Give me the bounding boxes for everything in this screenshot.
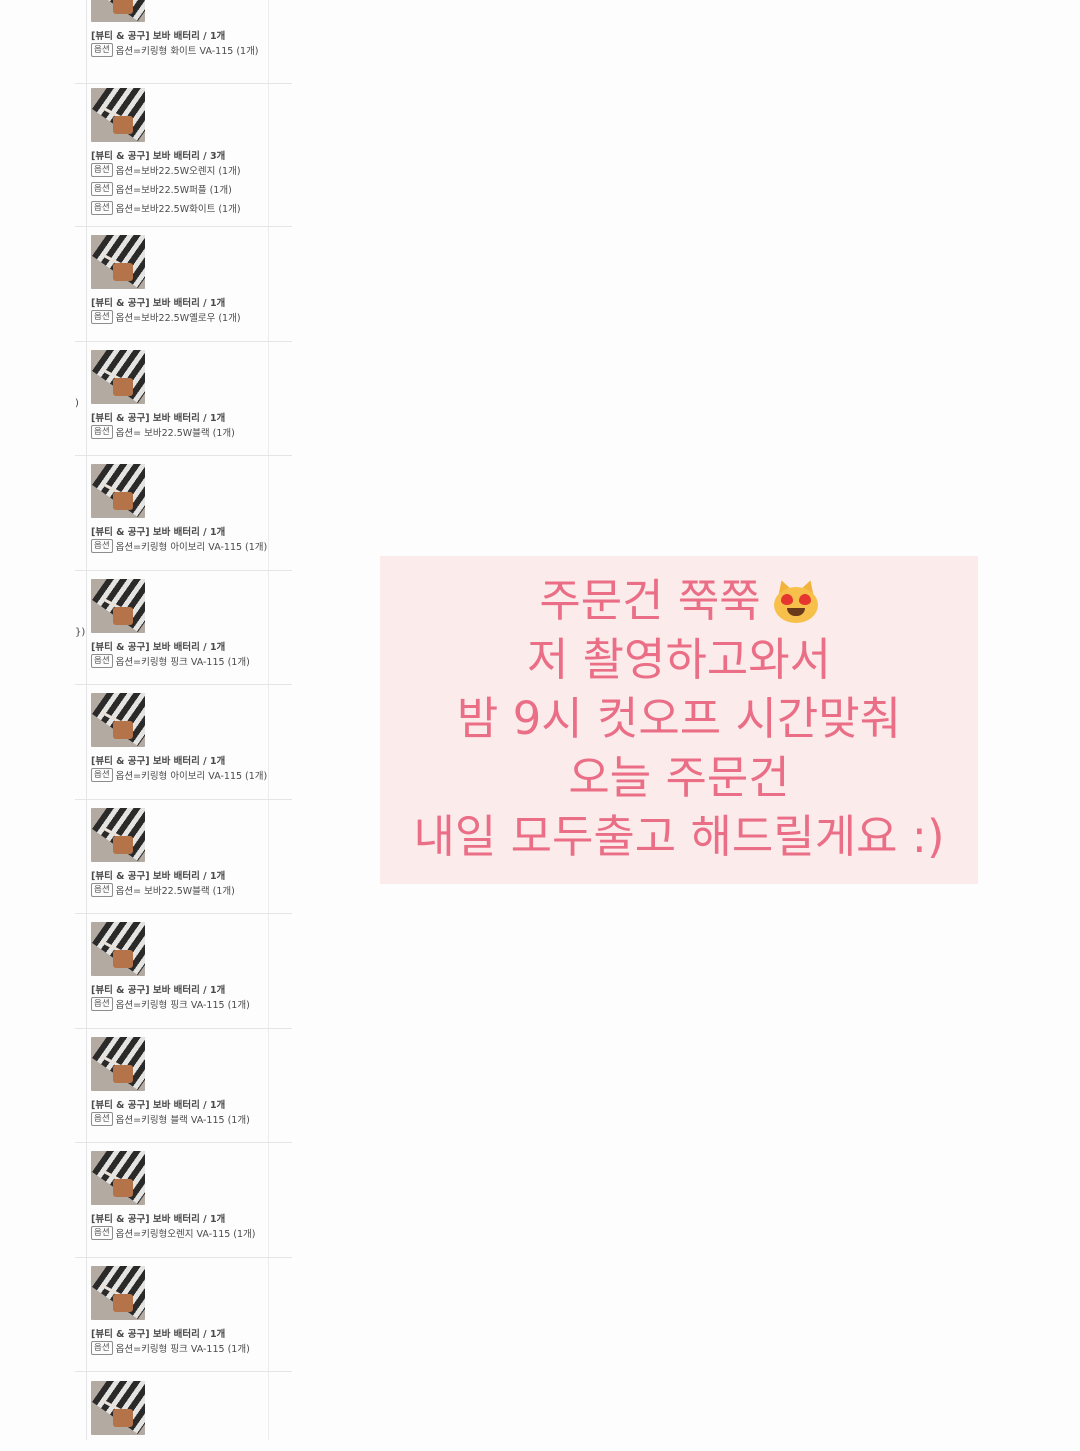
option-text: 옵션=보바22.5W퍼플 (1개) <box>115 185 232 196</box>
order-item[interactable]: [뷰티 & 공구] 보바 배터리 / 1개 옵션 옵션=키링형 핑크 VA-115 … <box>75 913 292 1029</box>
option-text: 옵션=키링형 화이트 VA-115 (1개) <box>115 46 259 57</box>
option-line: 옵션 옵션=보바22.5W옐로우 (1개) <box>91 310 241 324</box>
product-thumbnail[interactable] <box>91 1037 145 1091</box>
order-item[interactable]: [뷰티 & 공구] 보바 배터리 / 1개 옵션 옵션=키링형 화이트 VA-115… <box>75 0 292 84</box>
option-line: 옵션 옵션=키링형 핑크 VA-115 (1개) <box>91 1341 250 1355</box>
option-badge: 옵션 <box>91 201 113 215</box>
option-line: 옵션 옵션=보바22.5W화이트 (1개) <box>91 201 241 215</box>
product-title: [뷰티 & 공구] 보바 배터리 / 1개 <box>91 527 226 538</box>
option-text: 옵션=키링형 핑크 VA-115 (1개) <box>115 1344 250 1355</box>
product-thumbnail[interactable] <box>91 88 145 142</box>
option-text: 옵션=키링형 아이보리 VA-115 (1개) <box>115 771 268 782</box>
option-badge: 옵션 <box>91 768 113 782</box>
option-text: 옵션=키링형 블랙 VA-115 (1개) <box>115 1115 250 1126</box>
option-line: 옵션 옵션=보바22.5W오렌지 (1개) <box>91 163 241 177</box>
option-badge: 옵션 <box>91 654 113 668</box>
order-item[interactable]: [뷰티 & 공구] 보바 배터리 / 1개 옵션 옵션=키링형 핑크 VA-115 … <box>75 570 292 685</box>
product-thumbnail[interactable] <box>91 1381 145 1435</box>
option-line: 옵션 옵션= 보바22.5W블랙 (1개) <box>91 425 235 439</box>
option-text: 옵션=키링형 아이보리 VA-115 (1개) <box>115 542 268 553</box>
caption-line: 오늘 주문건 <box>568 751 790 804</box>
option-text: 옵션=키링형 핑크 VA-115 (1개) <box>115 1000 250 1011</box>
product-thumbnail[interactable] <box>91 350 145 404</box>
option-badge: 옵션 <box>91 43 113 57</box>
option-line: 옵션 옵션=키링형 핑크 VA-115 (1개) <box>91 997 250 1011</box>
option-line: 옵션 옵션=키링형 화이트 VA-115 (1개) <box>91 43 259 57</box>
option-line: 옵션 옵션=키링형 블랙 VA-115 (1개) <box>91 1112 250 1126</box>
caption-line: 내일 모두출고 해드릴게요 :) <box>413 810 945 863</box>
option-badge: 옵션 <box>91 1341 113 1355</box>
order-list-panel: ) }) [뷰티 & 공구] 보바 배터리 / 1개 옵션 옵션=키링형 화이트 V… <box>0 0 295 1440</box>
option-badge: 옵션 <box>91 883 113 897</box>
order-item[interactable]: [뷰티 & 공구] 보바 배터리 / 1개 옵션 옵션=키링형 핑크 VA-115 … <box>75 1257 292 1372</box>
order-item[interactable]: [뷰티 & 공구] 보바 배터리 / 1개 옵션 옵션= 보바22.5W블랙 (1개… <box>75 799 292 914</box>
option-badge: 옵션 <box>91 425 113 439</box>
product-title: [뷰티 & 공구] 보바 배터리 / 1개 <box>91 1214 226 1225</box>
option-badge: 옵션 <box>91 1112 113 1126</box>
option-badge: 옵션 <box>91 310 113 324</box>
option-text: 옵션=키링형 핑크 VA-115 (1개) <box>115 657 250 668</box>
product-thumbnail[interactable] <box>91 235 145 289</box>
order-item[interactable] <box>75 1371 292 1451</box>
order-item[interactable]: [뷰티 & 공구] 보바 배터리 / 1개 옵션 옵션=키링형오렌지 VA-115 … <box>75 1142 292 1258</box>
product-title: [뷰티 & 공구] 보바 배터리 / 1개 <box>91 756 226 767</box>
order-item[interactable]: [뷰티 & 공구] 보바 배터리 / 3개 옵션 옵션=보바22.5W오렌지 (1개… <box>75 83 292 227</box>
option-line: 옵션 옵션=키링형오렌지 VA-115 (1개) <box>91 1226 256 1240</box>
option-line: 옵션 옵션=키링형 아이보리 VA-115 (1개) <box>91 539 267 553</box>
product-thumbnail[interactable] <box>91 579 145 633</box>
caption-line: 밤 9시 컷오프 시간맞춰 <box>456 692 902 745</box>
product-title: [뷰티 & 공구] 보바 배터리 / 1개 <box>91 31 226 42</box>
order-item[interactable]: [뷰티 & 공구] 보바 배터리 / 1개 옵션 옵션=보바22.5W옐로우 (1개… <box>75 226 292 342</box>
caption-line: 주문건 쭉쭉 <box>380 571 978 630</box>
order-item[interactable]: [뷰티 & 공구] 보바 배터리 / 1개 옵션 옵션=키링형 아이보리 VA-11… <box>75 684 292 800</box>
product-title: [뷰티 & 공구] 보바 배터리 / 1개 <box>91 413 226 424</box>
product-thumbnail[interactable] <box>91 693 145 747</box>
order-item[interactable]: [뷰티 & 공구] 보바 배터리 / 1개 옵션 옵션= 보바22.5W블랙 (1개… <box>75 341 292 456</box>
option-badge: 옵션 <box>91 1226 113 1240</box>
product-thumbnail[interactable] <box>91 1151 145 1205</box>
product-title: [뷰티 & 공구] 보바 배터리 / 1개 <box>91 871 226 882</box>
product-title: [뷰티 & 공구] 보바 배터리 / 3개 <box>91 151 226 162</box>
product-thumbnail[interactable] <box>91 922 145 976</box>
story-caption: 주문건 쭉쭉 저 촬영하고와서 밤 9시 컷오프 시간맞춰 오늘 주문건 내일 … <box>380 556 978 884</box>
option-line: 옵션 옵션=보바22.5W퍼플 (1개) <box>91 182 232 196</box>
option-badge: 옵션 <box>91 997 113 1011</box>
heart-eyes-cat-icon <box>772 577 819 623</box>
option-text: 옵션=보바22.5W옐로우 (1개) <box>115 313 241 324</box>
option-badge: 옵션 <box>91 163 113 177</box>
option-text: 옵션= 보바22.5W블랙 (1개) <box>115 428 235 439</box>
product-thumbnail[interactable] <box>91 1266 145 1320</box>
product-title: [뷰티 & 공구] 보바 배터리 / 1개 <box>91 642 226 653</box>
product-title: [뷰티 & 공구] 보바 배터리 / 1개 <box>91 298 226 309</box>
product-thumbnail[interactable] <box>91 808 145 862</box>
option-text: 옵션=키링형오렌지 VA-115 (1개) <box>115 1229 256 1240</box>
product-title: [뷰티 & 공구] 보바 배터리 / 1개 <box>91 1100 226 1111</box>
order-item[interactable]: [뷰티 & 공구] 보바 배터리 / 1개 옵션 옵션=키링형 블랙 VA-115 … <box>75 1028 292 1143</box>
product-title: [뷰티 & 공구] 보바 배터리 / 1개 <box>91 1329 226 1340</box>
option-text: 옵션=보바22.5W오렌지 (1개) <box>115 166 241 177</box>
option-text: 옵션=보바22.5W화이트 (1개) <box>115 204 241 215</box>
caption-line: 저 촬영하고와서 <box>526 633 832 686</box>
order-item[interactable]: [뷰티 & 공구] 보바 배터리 / 1개 옵션 옵션=키링형 아이보리 VA-11… <box>75 455 292 571</box>
option-badge: 옵션 <box>91 539 113 553</box>
option-line: 옵션 옵션=키링형 핑크 VA-115 (1개) <box>91 654 250 668</box>
product-thumbnail[interactable] <box>91 464 145 518</box>
option-badge: 옵션 <box>91 182 113 196</box>
option-line: 옵션 옵션= 보바22.5W블랙 (1개) <box>91 883 235 897</box>
product-thumbnail[interactable] <box>91 0 145 22</box>
product-title: [뷰티 & 공구] 보바 배터리 / 1개 <box>91 985 226 996</box>
option-line: 옵션 옵션=키링형 아이보리 VA-115 (1개) <box>91 768 267 782</box>
option-text: 옵션= 보바22.5W블랙 (1개) <box>115 886 235 897</box>
